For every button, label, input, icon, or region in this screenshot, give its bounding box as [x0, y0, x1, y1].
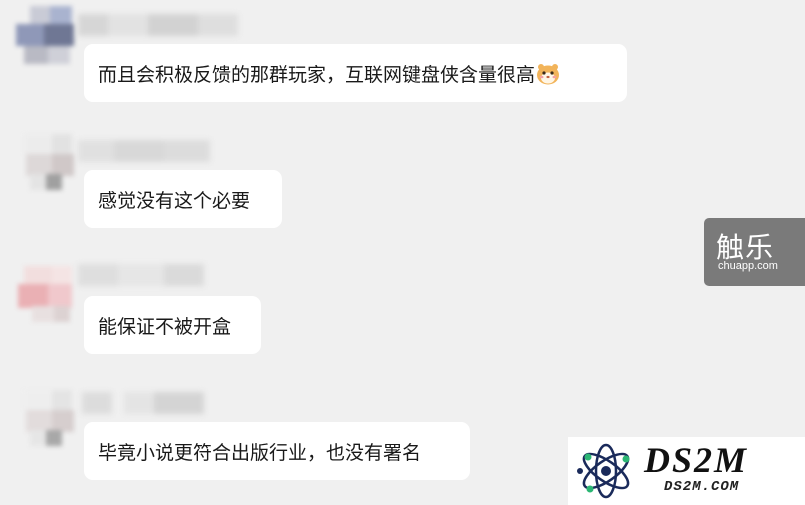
ds2m-logo-text: DS2M [644, 440, 749, 480]
ds2m-domain: DS2M.COM [664, 479, 740, 495]
avatar[interactable] [16, 262, 76, 324]
message-text: 毕竟小说更符合出版行业，也没有署名 [98, 441, 422, 464]
avatar[interactable] [16, 4, 76, 66]
avatar[interactable] [16, 130, 76, 192]
message-text: 感觉没有这个必要 [98, 189, 251, 212]
message-bubble[interactable]: 感觉没有这个必要 [84, 170, 282, 228]
message-bubble[interactable]: 能保证不被开盒 [84, 296, 261, 354]
message-text: 能保证不被开盒 [98, 315, 232, 338]
avatar[interactable] [16, 386, 76, 448]
message-text: 而且会积极反馈的那群玩家，互联网键盘侠含量很高 [98, 63, 536, 86]
message-bubble[interactable]: 而且会积极反馈的那群玩家，互联网键盘侠含量很高 [84, 44, 627, 102]
ds2m-watermark: DS2M DS2M.COM [568, 437, 805, 505]
chuapp-domain: chuapp.com [718, 260, 778, 272]
atom-logo-icon [577, 443, 630, 499]
chuapp-watermark: 触乐 chuapp.com [704, 218, 805, 286]
message-bubble[interactable]: 毕竟小说更符合出版行业，也没有署名 [84, 422, 470, 480]
hamster-face-emoji [536, 63, 560, 85]
